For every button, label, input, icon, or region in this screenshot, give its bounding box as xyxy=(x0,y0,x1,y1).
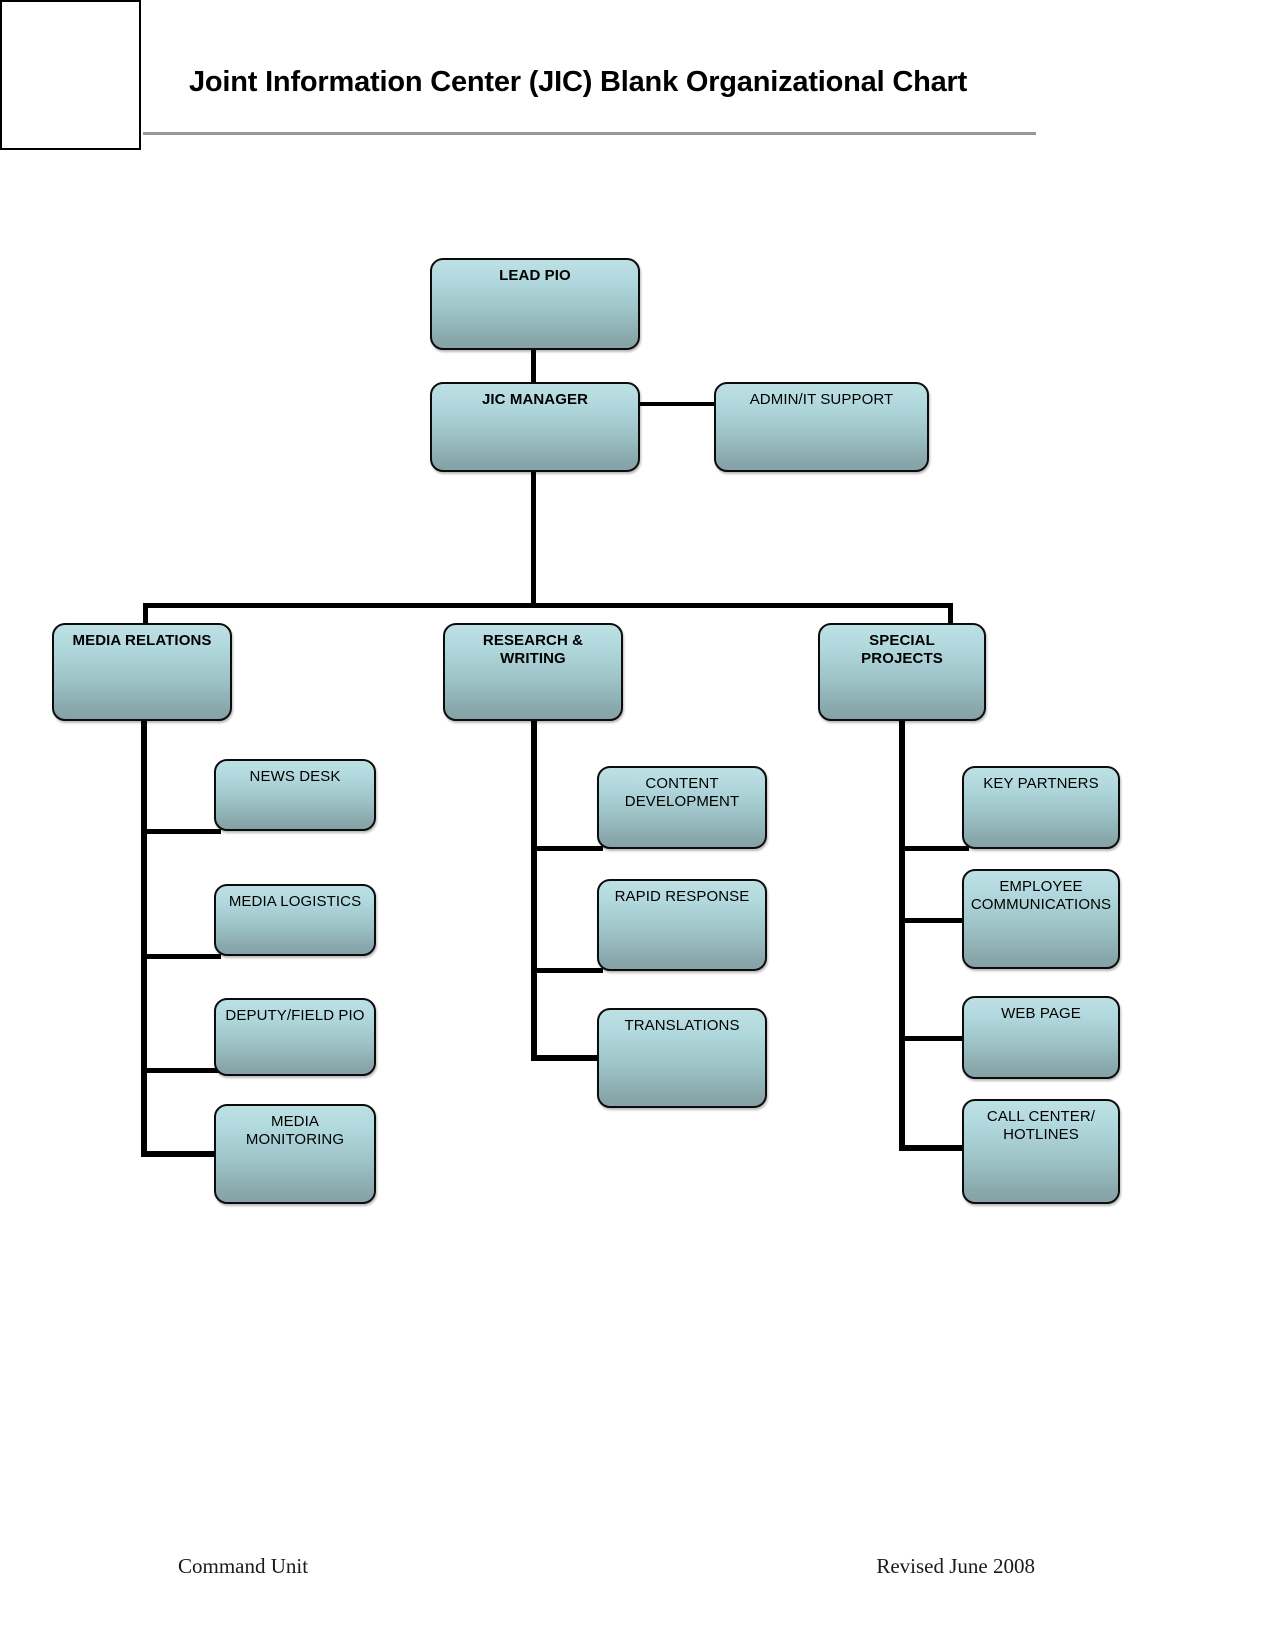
connector-stub-call-center-hotlines xyxy=(899,1145,969,1151)
title-divider xyxy=(143,132,1036,135)
org-node-label: LEAD PIO xyxy=(499,267,571,284)
org-node-key-partners[interactable]: KEY PARTNERS xyxy=(962,766,1120,849)
org-node-label: JIC MANAGER xyxy=(481,391,589,408)
org-node-label: CONTENT DEVELOPMENT xyxy=(624,775,740,810)
org-node-label: MEDIA RELATIONS xyxy=(72,632,212,649)
connector-stub-web-page xyxy=(899,1036,969,1041)
document-page: Joint Information Center (JIC) Blank Org… xyxy=(0,0,1275,1650)
connector-stub-translations xyxy=(531,1055,603,1061)
connector-stub-content-development xyxy=(531,846,603,851)
connector-stub-media-monitoring xyxy=(141,1151,221,1157)
connector-stub-news-desk xyxy=(141,829,221,834)
connector-jic-manager-to-admin-it-support xyxy=(638,402,716,406)
org-node-web-page[interactable]: WEB PAGE xyxy=(962,996,1120,1079)
connector-special-projects-spine xyxy=(899,719,905,1151)
org-node-lead-pio[interactable]: LEAD PIO xyxy=(430,258,640,350)
org-node-translations[interactable]: TRANSLATIONS xyxy=(597,1008,767,1108)
org-node-label: ADMIN/IT SUPPORT xyxy=(749,391,894,408)
org-node-label: WEB PAGE xyxy=(1001,1005,1081,1022)
org-node-label: DEPUTY/FIELD PIO xyxy=(225,1007,365,1024)
org-node-label: NEWS DESK xyxy=(249,768,341,785)
org-node-deputy-field-pio[interactable]: DEPUTY/FIELD PIO xyxy=(214,998,376,1076)
org-node-news-desk[interactable]: NEWS DESK xyxy=(214,759,376,831)
org-node-label: MEDIA MONITORING xyxy=(245,1113,345,1148)
connector-media-relations-spine xyxy=(141,719,147,1156)
connector-stub-media-logistics xyxy=(141,954,221,959)
org-node-label: RAPID RESPONSE xyxy=(614,888,750,905)
connector-stub-employee-communications xyxy=(899,918,969,923)
connector-stub-key-partners xyxy=(899,846,969,851)
footer-revision-date: Revised June 2008 xyxy=(876,1554,1035,1578)
org-node-label: EMPLOYEE COMMUNICATIONS xyxy=(970,878,1112,913)
org-node-media-monitoring[interactable]: MEDIA MONITORING xyxy=(214,1104,376,1204)
footer-command-unit: Command Unit xyxy=(178,1554,309,1578)
connector-jic-manager-spine xyxy=(531,470,536,607)
org-node-research-writing[interactable]: RESEARCH & WRITING xyxy=(443,623,623,721)
connector-drop-special-projects xyxy=(948,603,953,625)
org-node-jic-manager[interactable]: JIC MANAGER xyxy=(430,382,640,472)
header-logo-placeholder-box xyxy=(0,0,141,150)
org-node-label: KEY PARTNERS xyxy=(983,775,1099,792)
org-node-label: SPECIAL PROJECTS xyxy=(861,632,943,667)
org-chart: LEAD PIO JIC MANAGER ADMIN/IT SUPPORT ME… xyxy=(0,0,1275,1650)
org-node-media-logistics[interactable]: MEDIA LOGISTICS xyxy=(214,884,376,956)
connector-research-writing-spine xyxy=(531,719,537,1060)
connector-stub-rapid-response xyxy=(531,968,603,973)
org-node-special-projects[interactable]: SPECIAL PROJECTS xyxy=(818,623,986,721)
org-node-label: RESEARCH & WRITING xyxy=(482,632,584,667)
org-node-rapid-response[interactable]: RAPID RESPONSE xyxy=(597,879,767,971)
org-node-call-center-hotlines[interactable]: CALL CENTER/ HOTLINES xyxy=(962,1099,1120,1204)
org-node-admin-it-support[interactable]: ADMIN/IT SUPPORT xyxy=(714,382,929,472)
org-node-content-development[interactable]: CONTENT DEVELOPMENT xyxy=(597,766,767,849)
connector-drop-media-relations xyxy=(143,603,148,625)
org-node-media-relations[interactable]: MEDIA RELATIONS xyxy=(52,623,232,721)
page-title: Joint Information Center (JIC) Blank Org… xyxy=(188,66,968,98)
connector-division-distribution-bar xyxy=(143,603,953,608)
connector-lead-pio-to-jic-manager xyxy=(531,347,536,387)
org-node-employee-communications[interactable]: EMPLOYEE COMMUNICATIONS xyxy=(962,869,1120,969)
connector-stub-deputy-field-pio xyxy=(141,1068,221,1073)
org-node-label: MEDIA LOGISTICS xyxy=(228,893,362,910)
org-node-label: CALL CENTER/ HOTLINES xyxy=(986,1108,1096,1143)
org-node-label: TRANSLATIONS xyxy=(624,1017,740,1034)
